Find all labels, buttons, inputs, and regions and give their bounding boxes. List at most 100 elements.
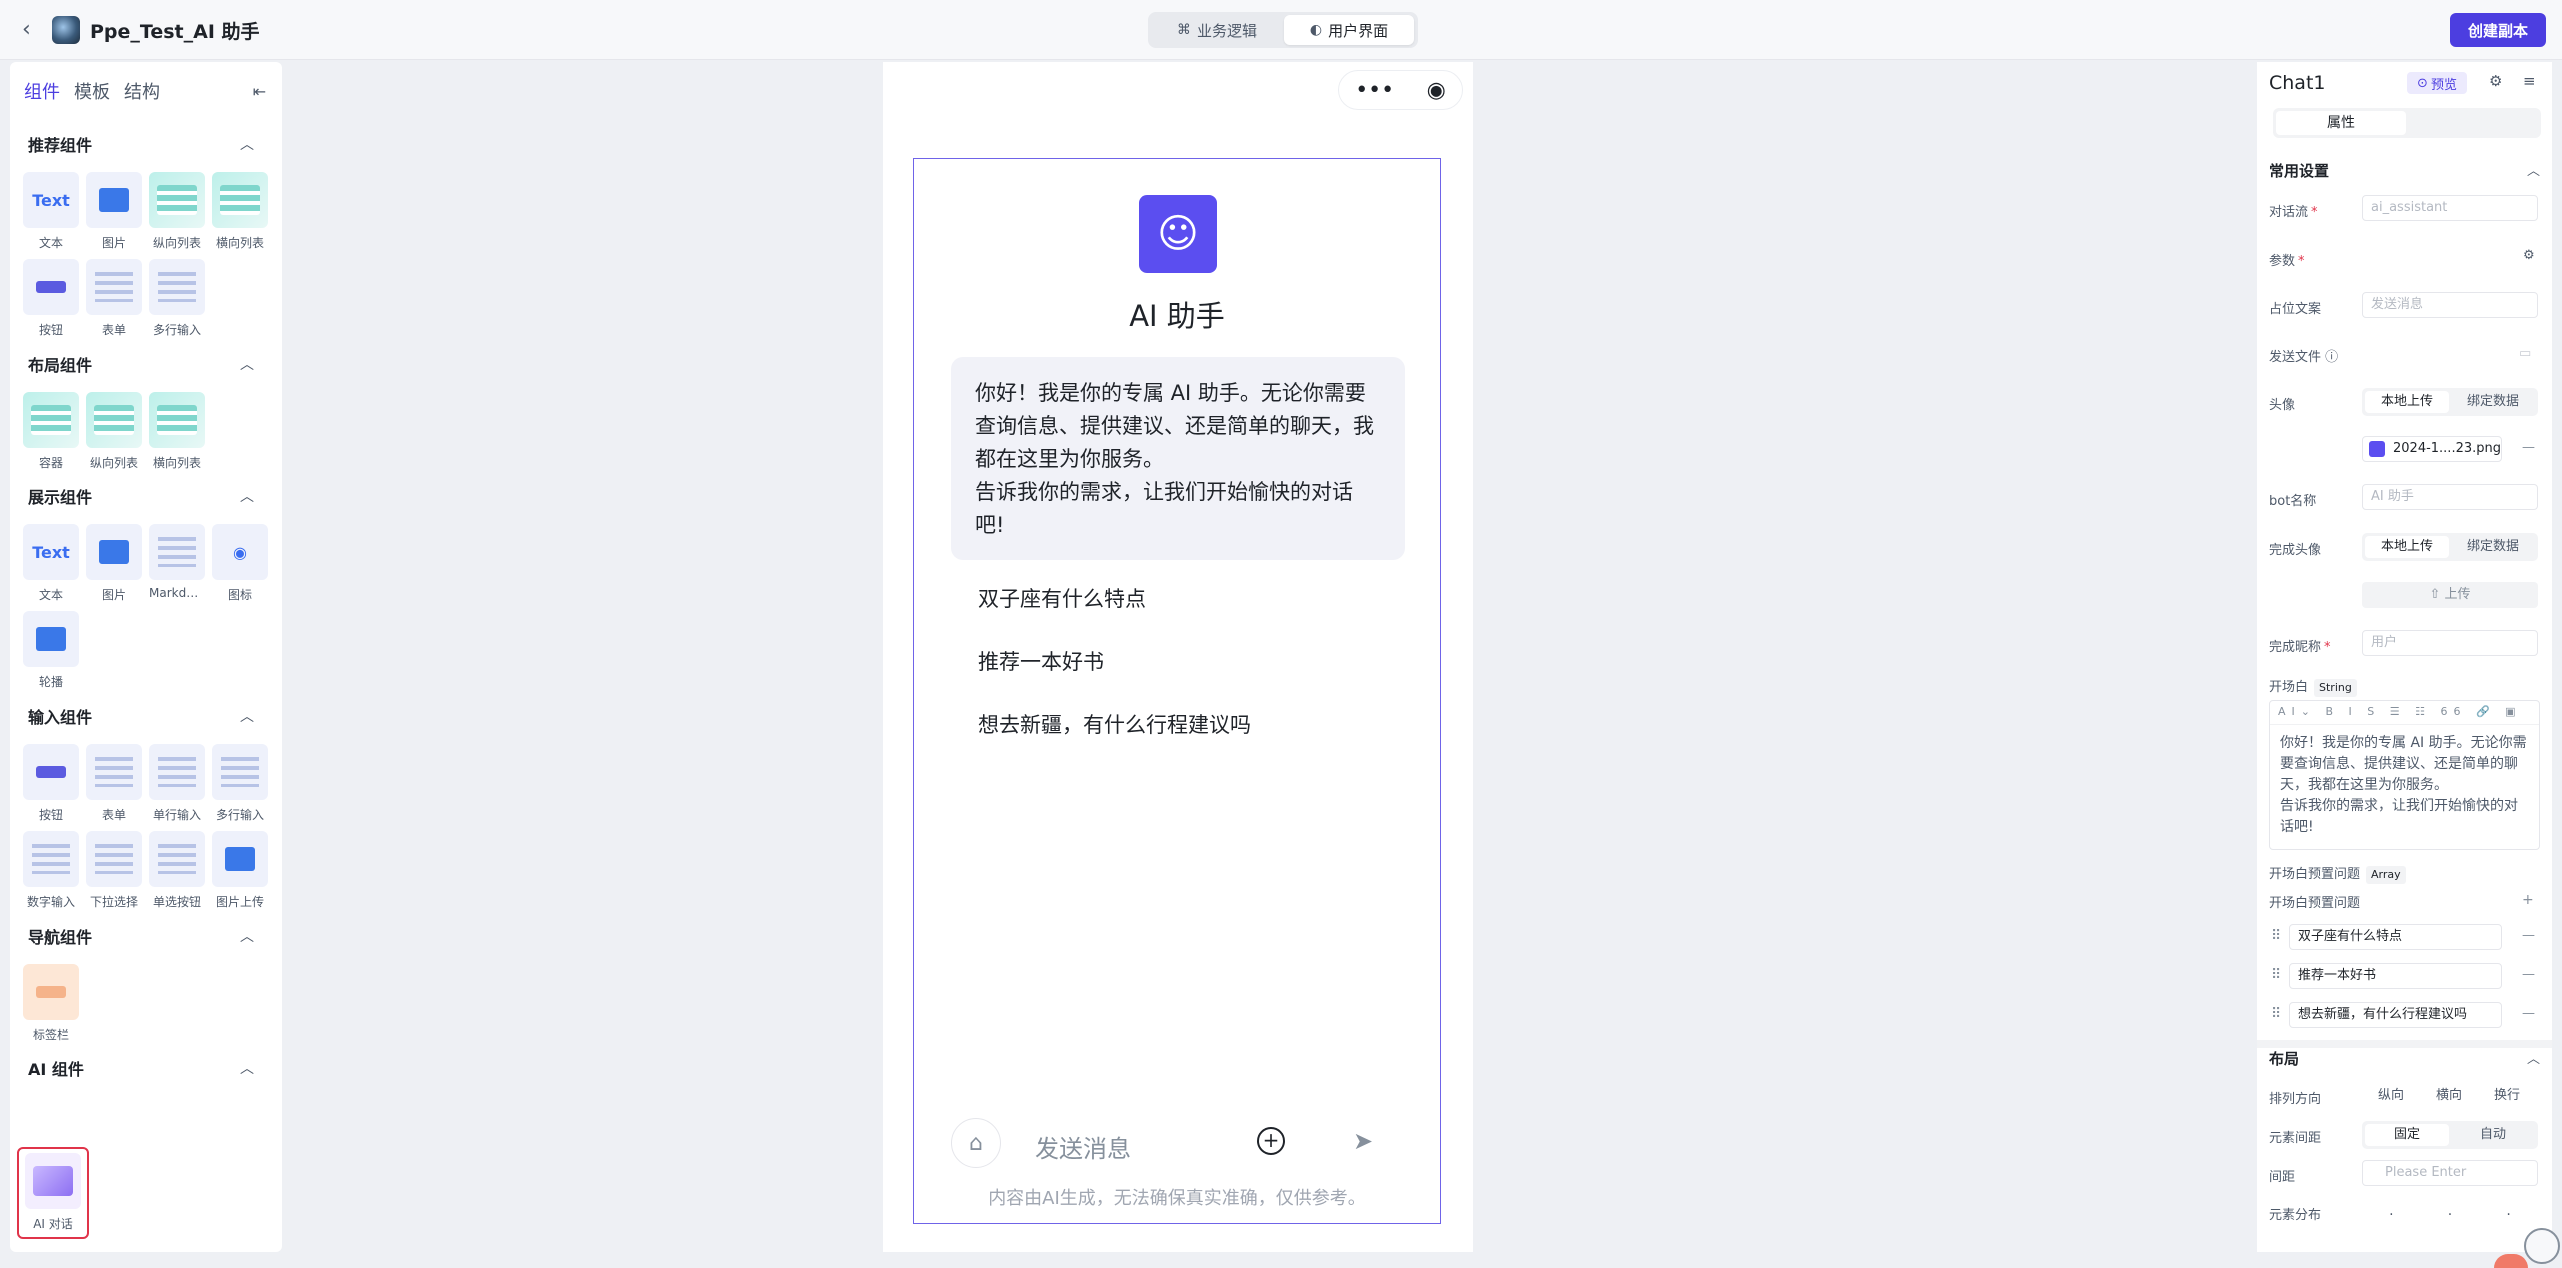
container-icon (31, 405, 71, 435)
chevron-up-icon[interactable]: ︿ (2527, 160, 2540, 179)
seg-horizontal[interactable]: 横向 (2420, 1085, 2478, 1107)
send-icon[interactable]: ➤ (1353, 1127, 1373, 1155)
seg-local-upload[interactable]: 本地上传 (2365, 391, 2449, 413)
component-markdown[interactable]: Markdo… (149, 524, 205, 600)
seg-auto[interactable]: 自动 (2451, 1124, 2535, 1146)
component-tabbar[interactable]: 标签栏 (23, 964, 79, 1043)
drag-handle-icon[interactable]: ⠿ (2271, 967, 2281, 983)
app-title: Ppe_Test_AI 助手 (90, 21, 260, 43)
tab-user-interface[interactable]: ◐ 用户界面 (1284, 15, 1414, 45)
add-question-icon[interactable]: + (2522, 892, 2534, 908)
component-form[interactable]: 表单 (86, 259, 142, 338)
component-icon[interactable]: ◉ 图标 (212, 524, 268, 603)
preset-question[interactable]: 推荐一本好书 (978, 646, 1104, 676)
component-vertical-list[interactable]: 纵向列表 (149, 172, 205, 251)
seg-wrap[interactable]: 换行 (2478, 1085, 2536, 1107)
component-button[interactable]: 按钮 (23, 259, 79, 338)
label-spacing: 间距 (2269, 1170, 2296, 1185)
collapse-panel-icon[interactable]: ⇤ (253, 82, 266, 101)
carousel-icon (36, 627, 66, 651)
remove-icon[interactable]: — (2522, 1006, 2535, 1021)
component-horizontal-list[interactable]: 横向列表 (212, 172, 268, 251)
drag-handle-icon[interactable]: ⠿ (2271, 928, 2281, 944)
send-file-toggle[interactable]: ▭ (2519, 346, 2531, 361)
preset-question[interactable]: 双子座有什么特点 (978, 583, 1146, 613)
menu-icon[interactable]: ≡ (2523, 72, 2536, 90)
component-textarea[interactable]: 多行输入 (149, 259, 205, 338)
component-ai-chat[interactable]: AI 对话 (25, 1153, 81, 1232)
target-icon[interactable]: ◉ (1427, 78, 1446, 103)
top-bar: ‹ Ppe_Test_AI 助手 ⌘ 业务逻辑 ◐ 用户界面 创建副本 (0, 0, 2562, 60)
component-image[interactable]: 图片 (86, 524, 142, 603)
more-icon[interactable]: ••• (1355, 78, 1394, 103)
placeholder-input[interactable]: 发送消息 (2362, 292, 2538, 318)
component-text[interactable]: Text 文本 (23, 172, 79, 251)
seg-bind-data[interactable]: 绑定数据 (2451, 391, 2535, 413)
create-copy-button[interactable]: 创建副本 (2450, 13, 2546, 47)
clear-context-icon[interactable]: ⌂ (951, 1118, 1001, 1168)
component-number-input[interactable]: 数字输入 (23, 831, 79, 910)
chevron-up-icon[interactable]: ︿ (2527, 1048, 2540, 1067)
opening-editor[interactable]: AI⌄ B I S ☰ ☷ 66 🔗 ▣ 你好！我是你的专属 AI 助手。无论你… (2269, 700, 2540, 850)
component-horizontal-list[interactable]: 横向列表 (149, 392, 205, 471)
remove-icon[interactable]: — (2522, 928, 2535, 943)
drag-handle-icon[interactable]: ⠿ (2271, 1006, 2281, 1022)
remove-icon[interactable]: — (2522, 440, 2535, 455)
seg-vertical[interactable]: 纵向 (2362, 1085, 2420, 1107)
chevron-up-icon[interactable]: ︿ (240, 486, 254, 506)
preset-question-input[interactable]: 想去新疆，有什么行程建议吗 (2289, 1002, 2502, 1028)
chevron-up-icon[interactable]: ︿ (240, 1058, 254, 1078)
bot-name-input[interactable]: AI 助手 (2362, 484, 2538, 510)
seg-local-upload[interactable]: 本地上传 (2365, 536, 2449, 558)
chevron-up-icon[interactable]: ︿ (240, 354, 254, 374)
component-radio[interactable]: 单选按钮 (149, 831, 205, 910)
scroll-indicator[interactable] (2524, 1228, 2560, 1264)
upload-button[interactable]: ⇧ 上传 (2362, 582, 2538, 608)
chevron-up-icon[interactable]: ︿ (240, 706, 254, 726)
avatar-file[interactable]: 2024-1....23.png (2362, 436, 2502, 462)
spacing-input[interactable]: Please Enter (2362, 1160, 2538, 1186)
tab-business-logic[interactable]: ⌘ 业务逻辑 (1152, 15, 1282, 45)
component-form[interactable]: 表单 (86, 744, 142, 823)
component-button[interactable]: 按钮 (23, 744, 79, 823)
tab-templates[interactable]: 模板 (74, 78, 110, 104)
component-image-upload[interactable]: 图片上传 (212, 831, 268, 910)
ai-chat-component[interactable]: ☺ AI 助手 你好！我是你的专属 AI 助手。无论你需要查询信息、提供建议、还… (913, 158, 1441, 1224)
gear-icon[interactable]: ⚙ (2489, 72, 2502, 90)
component-text[interactable]: Text 文本 (23, 524, 79, 603)
seg-bind-data[interactable]: 绑定数据 (2451, 536, 2535, 558)
tab-components[interactable]: 组件 (24, 78, 60, 104)
message-input[interactable]: 发送消息 (1035, 1129, 1131, 1164)
seg-fixed[interactable]: 固定 (2365, 1124, 2449, 1146)
component-carousel[interactable]: 轮播 (23, 611, 79, 690)
label-gap: 元素间距 (2269, 1131, 2322, 1146)
chevron-up-icon[interactable]: ︿ (240, 134, 254, 154)
add-attachment-icon[interactable]: + (1257, 1127, 1285, 1155)
preview-button[interactable]: ⊙ 预览 (2407, 72, 2467, 94)
tab-properties[interactable]: 属性 (2276, 111, 2406, 135)
editor-toolbar[interactable]: AI⌄ B I S ☰ ☷ 66 🔗 ▣ (2270, 701, 2539, 725)
chevron-up-icon[interactable]: ︿ (240, 926, 254, 946)
preset-question-input[interactable]: 推荐一本好书 (2289, 963, 2502, 989)
section-title: 布局 (2269, 1050, 2300, 1068)
component-single-input[interactable]: 单行输入 (149, 744, 205, 823)
user-nick-input[interactable]: 用户 (2362, 630, 2538, 656)
flow-select[interactable]: ai_assistant (2362, 195, 2538, 221)
component-image[interactable]: 图片 (86, 172, 142, 251)
tab-structure[interactable]: 结构 (124, 78, 160, 104)
distribution-options[interactable]: · · · (2362, 1202, 2538, 1228)
section-title: 展示组件 (28, 488, 93, 507)
component-textarea[interactable]: 多行输入 (212, 744, 268, 823)
component-select[interactable]: 下拉选择 (86, 831, 142, 910)
component-vertical-list[interactable]: 纵向列表 (86, 392, 142, 471)
params-gear-icon[interactable]: ⚙ (2523, 248, 2535, 263)
markdown-icon (158, 537, 196, 567)
select-icon (95, 844, 133, 874)
component-container[interactable]: 容器 (23, 392, 79, 471)
back-arrow-icon[interactable]: ‹ (22, 18, 46, 42)
preset-question-input[interactable]: 双子座有什么特点 (2289, 924, 2502, 950)
preset-question[interactable]: 想去新疆，有什么行程建议吗 (978, 709, 1251, 739)
assistant-fab[interactable] (2494, 1254, 2528, 1268)
section-divider (2257, 1040, 2552, 1048)
remove-icon[interactable]: — (2522, 967, 2535, 982)
